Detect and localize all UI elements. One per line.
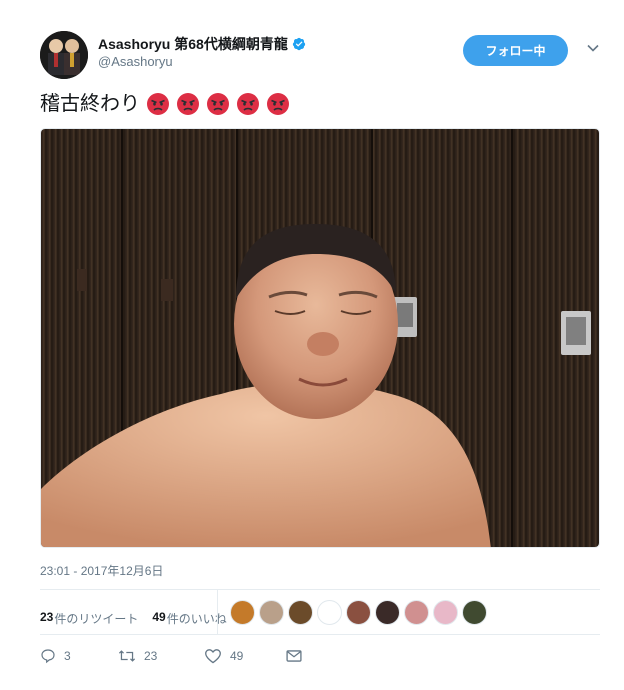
tweet-body: 稽古終わり [40, 93, 140, 115]
chevron-down-icon[interactable] [586, 41, 600, 55]
direct-message-button[interactable] [286, 649, 302, 663]
liker-avatar[interactable] [346, 600, 371, 625]
user-name-row[interactable]: Asashoryu 第68代横綱朝青龍 [98, 34, 306, 54]
liker-avatar[interactable] [288, 600, 313, 625]
divider [40, 589, 600, 590]
liker-avatar[interactable] [462, 600, 487, 625]
liker-avatar[interactable] [230, 600, 255, 625]
like-button[interactable]: 49 [204, 648, 286, 664]
retweet-stat[interactable]: 23 件のリツイート [40, 610, 138, 627]
like-stat[interactable]: 49 件のいいね [152, 610, 226, 627]
like-stat-count: 49 [152, 609, 166, 624]
tweet-timestamp[interactable]: 23:01 - 2017年12月6日 [40, 562, 163, 579]
reply-count: 3 [64, 649, 71, 663]
tweet-text: 稽古終わり [40, 90, 290, 118]
heart-icon [205, 649, 221, 664]
liker-avatar[interactable] [404, 600, 429, 625]
user-name[interactable]: Asashoryu 第68代横綱朝青龍 [98, 34, 288, 54]
reply-button[interactable]: 3 [40, 648, 118, 664]
photo-image [41, 129, 599, 547]
like-count: 49 [230, 649, 244, 663]
avatar-image [40, 31, 88, 79]
angry-face-icon [176, 92, 200, 116]
envelope-icon [286, 650, 302, 662]
avatar[interactable] [40, 31, 88, 79]
liker-avatar[interactable] [259, 600, 284, 625]
angry-face-icon [206, 92, 230, 116]
liker-avatar[interactable] [317, 600, 342, 625]
tweet-photo[interactable] [40, 128, 600, 548]
divider [40, 634, 600, 635]
emoji-row [140, 92, 290, 116]
liker-avatar[interactable] [433, 600, 458, 625]
stats-separator [217, 590, 218, 634]
angry-face-icon [266, 92, 290, 116]
tweet-actions: 3 23 49 [40, 648, 302, 664]
retweet-stat-label: 件のリツイート [54, 611, 139, 626]
reply-icon [41, 649, 55, 664]
liker-avatar[interactable] [375, 600, 400, 625]
user-handle[interactable]: @Asashoryu [98, 54, 173, 69]
likers-list [230, 600, 487, 625]
verified-badge-icon [292, 37, 306, 51]
angry-face-icon [146, 92, 170, 116]
angry-face-icon [236, 92, 260, 116]
retweet-icon [118, 650, 136, 662]
following-button[interactable]: フォロー中 [463, 35, 568, 66]
retweet-button[interactable]: 23 [118, 648, 204, 664]
retweet-count: 23 [144, 649, 158, 663]
retweet-stat-count: 23 [40, 609, 54, 624]
engagement-stats: 23 件のリツイート 49 件のいいね [40, 597, 241, 639]
